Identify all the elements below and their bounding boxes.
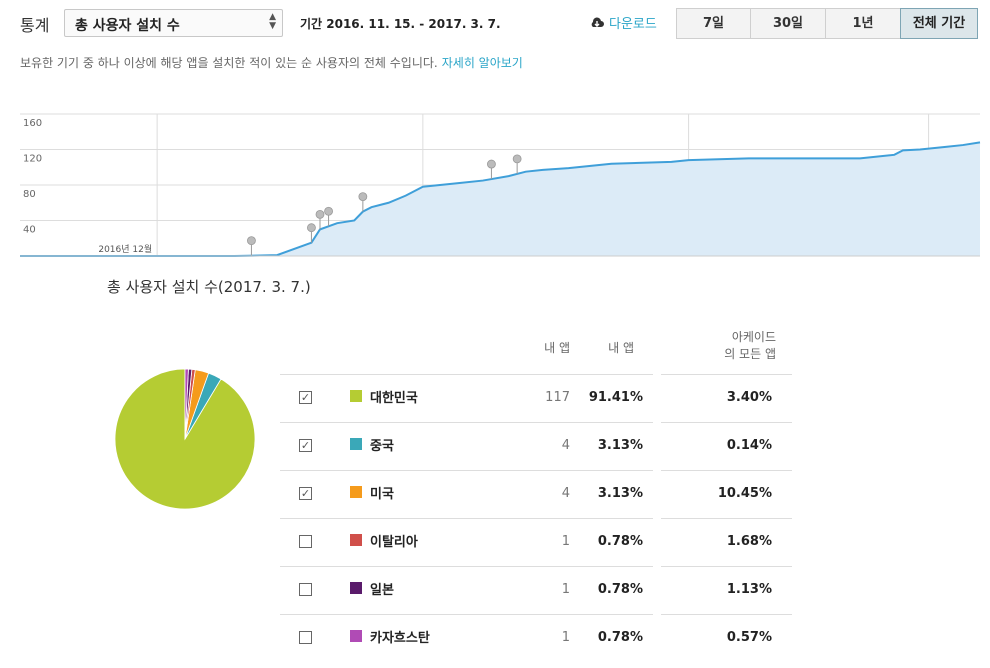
install-percent: 3.13% bbox=[597, 438, 643, 453]
row-divider bbox=[661, 470, 792, 471]
range-1y-button[interactable]: 1년 bbox=[825, 8, 901, 39]
arcade-percent: 0.57% bbox=[726, 630, 772, 645]
color-swatch bbox=[350, 582, 362, 594]
install-percent: 0.78% bbox=[597, 630, 643, 645]
install-count: 1 bbox=[561, 630, 570, 645]
color-swatch bbox=[350, 630, 362, 642]
annotation-marker bbox=[324, 206, 333, 216]
range-7d-button[interactable]: 7일 bbox=[676, 8, 751, 39]
install-percent: 91.41% bbox=[588, 390, 643, 405]
annotation-marker bbox=[315, 209, 325, 219]
header-arcade-line1: 아케이드 bbox=[731, 330, 776, 344]
row-divider bbox=[280, 422, 653, 423]
row-divider bbox=[280, 566, 653, 567]
row-divider bbox=[661, 374, 792, 375]
install-percent: 0.78% bbox=[597, 582, 643, 597]
download-label: 다운로드 bbox=[609, 17, 657, 32]
row-divider bbox=[661, 422, 792, 423]
header-arcade-line2: 의 모든 앱 bbox=[724, 347, 776, 361]
row-checkbox[interactable] bbox=[299, 631, 312, 644]
x-tick-label: 2016년 12월 bbox=[98, 243, 152, 255]
row-divider bbox=[280, 374, 653, 375]
y-tick-label: 40 bbox=[23, 225, 36, 236]
header-count: 내 앱 bbox=[544, 341, 570, 355]
header-arcade: 아케이드 의 모든 앱 bbox=[690, 329, 776, 363]
arcade-percent: 10.45% bbox=[717, 486, 772, 501]
annotation-marker bbox=[358, 192, 368, 202]
installs-chart: 16012080402016년 12월2017년 1월2017년 2월2017년… bbox=[20, 113, 981, 257]
table-row: ✓ 중국 4 3.13% 0.14% bbox=[280, 422, 792, 470]
chart-caption: 총 사용자 설치 수(2017. 3. 7.) bbox=[107, 278, 311, 296]
row-divider bbox=[661, 566, 792, 567]
arcade-percent: 3.40% bbox=[726, 390, 772, 405]
arcade-percent: 0.14% bbox=[726, 438, 772, 453]
table-row: ✓ 대한민국 117 91.41% 3.40% bbox=[280, 374, 792, 422]
range-30d-button[interactable]: 30일 bbox=[750, 8, 826, 39]
date-range-text: 기간 2016. 11. 15. - 2017. 3. 7. bbox=[300, 17, 501, 31]
series-area bbox=[20, 142, 980, 256]
description-text: 보유한 기기 중 하나 이상에 해당 앱을 설치한 적이 있는 순 사용자의 전… bbox=[20, 56, 438, 70]
arcade-percent: 1.68% bbox=[726, 534, 772, 549]
row-checkbox[interactable]: ✓ bbox=[299, 391, 312, 404]
table-row: 이탈리아 1 0.78% 1.68% bbox=[280, 518, 792, 566]
table-row: 일본 1 0.78% 1.13% bbox=[280, 566, 792, 614]
row-divider bbox=[661, 518, 792, 519]
annotation-marker bbox=[487, 159, 496, 169]
description: 보유한 기기 중 하나 이상에 해당 앱을 설치한 적이 있는 순 사용자의 전… bbox=[20, 54, 523, 71]
annotation-marker bbox=[512, 154, 522, 164]
country-name: 일본 bbox=[370, 583, 394, 598]
country-name: 이탈리아 bbox=[370, 535, 418, 550]
table-row: 카자흐스탄 1 0.78% 0.57% bbox=[280, 614, 792, 662]
color-swatch bbox=[350, 390, 362, 402]
top-bar: 통계 총 사용자 설치 수 ▲ ▼ 기간 2016. 11. 15. - 2017… bbox=[0, 0, 990, 46]
y-tick-label: 80 bbox=[23, 189, 36, 200]
country-name: 카자흐스탄 bbox=[370, 631, 430, 646]
color-swatch bbox=[350, 438, 362, 450]
download-link[interactable]: 다운로드 bbox=[590, 13, 657, 32]
header-pct: 내 앱 bbox=[608, 341, 634, 355]
metric-select[interactable]: 총 사용자 설치 수 ▲ ▼ bbox=[64, 9, 283, 37]
install-percent: 3.13% bbox=[597, 486, 643, 501]
range-all-button[interactable]: 전체 기간 bbox=[900, 8, 978, 39]
stats-label: 통계 bbox=[20, 16, 50, 35]
row-checkbox[interactable]: ✓ bbox=[299, 439, 312, 452]
learn-more-link[interactable]: 자세히 알아보기 bbox=[442, 56, 523, 70]
select-arrows-icon: ▲ ▼ bbox=[269, 12, 276, 31]
annotation-marker bbox=[307, 223, 316, 233]
download-icon bbox=[591, 17, 604, 27]
annotation-marker bbox=[247, 236, 256, 246]
row-divider bbox=[280, 614, 653, 615]
install-count: 1 bbox=[561, 534, 570, 549]
arcade-percent: 1.13% bbox=[726, 582, 772, 597]
y-tick-label: 160 bbox=[23, 118, 42, 129]
country-name: 대한민국 bbox=[370, 391, 418, 406]
y-tick-label: 120 bbox=[23, 154, 42, 165]
row-checkbox[interactable]: ✓ bbox=[299, 487, 312, 500]
install-percent: 0.78% bbox=[597, 534, 643, 549]
install-count: 4 bbox=[561, 486, 570, 501]
color-swatch bbox=[350, 486, 362, 498]
row-checkbox[interactable] bbox=[299, 535, 312, 548]
color-swatch bbox=[350, 534, 362, 546]
row-divider bbox=[280, 518, 653, 519]
country-pie-chart bbox=[114, 368, 256, 510]
metric-select-value: 총 사용자 설치 수 bbox=[75, 18, 180, 34]
range-button-group: 7일 30일 1년 전체 기간 bbox=[676, 8, 978, 39]
install-count: 117 bbox=[545, 390, 570, 405]
row-checkbox[interactable] bbox=[299, 583, 312, 596]
row-divider bbox=[661, 614, 792, 615]
install-count: 1 bbox=[561, 582, 570, 597]
table-row: ✓ 미국 4 3.13% 10.45% bbox=[280, 470, 792, 518]
country-name: 중국 bbox=[370, 439, 394, 454]
install-count: 4 bbox=[561, 438, 570, 453]
country-name: 미국 bbox=[370, 487, 394, 502]
row-divider bbox=[280, 470, 653, 471]
